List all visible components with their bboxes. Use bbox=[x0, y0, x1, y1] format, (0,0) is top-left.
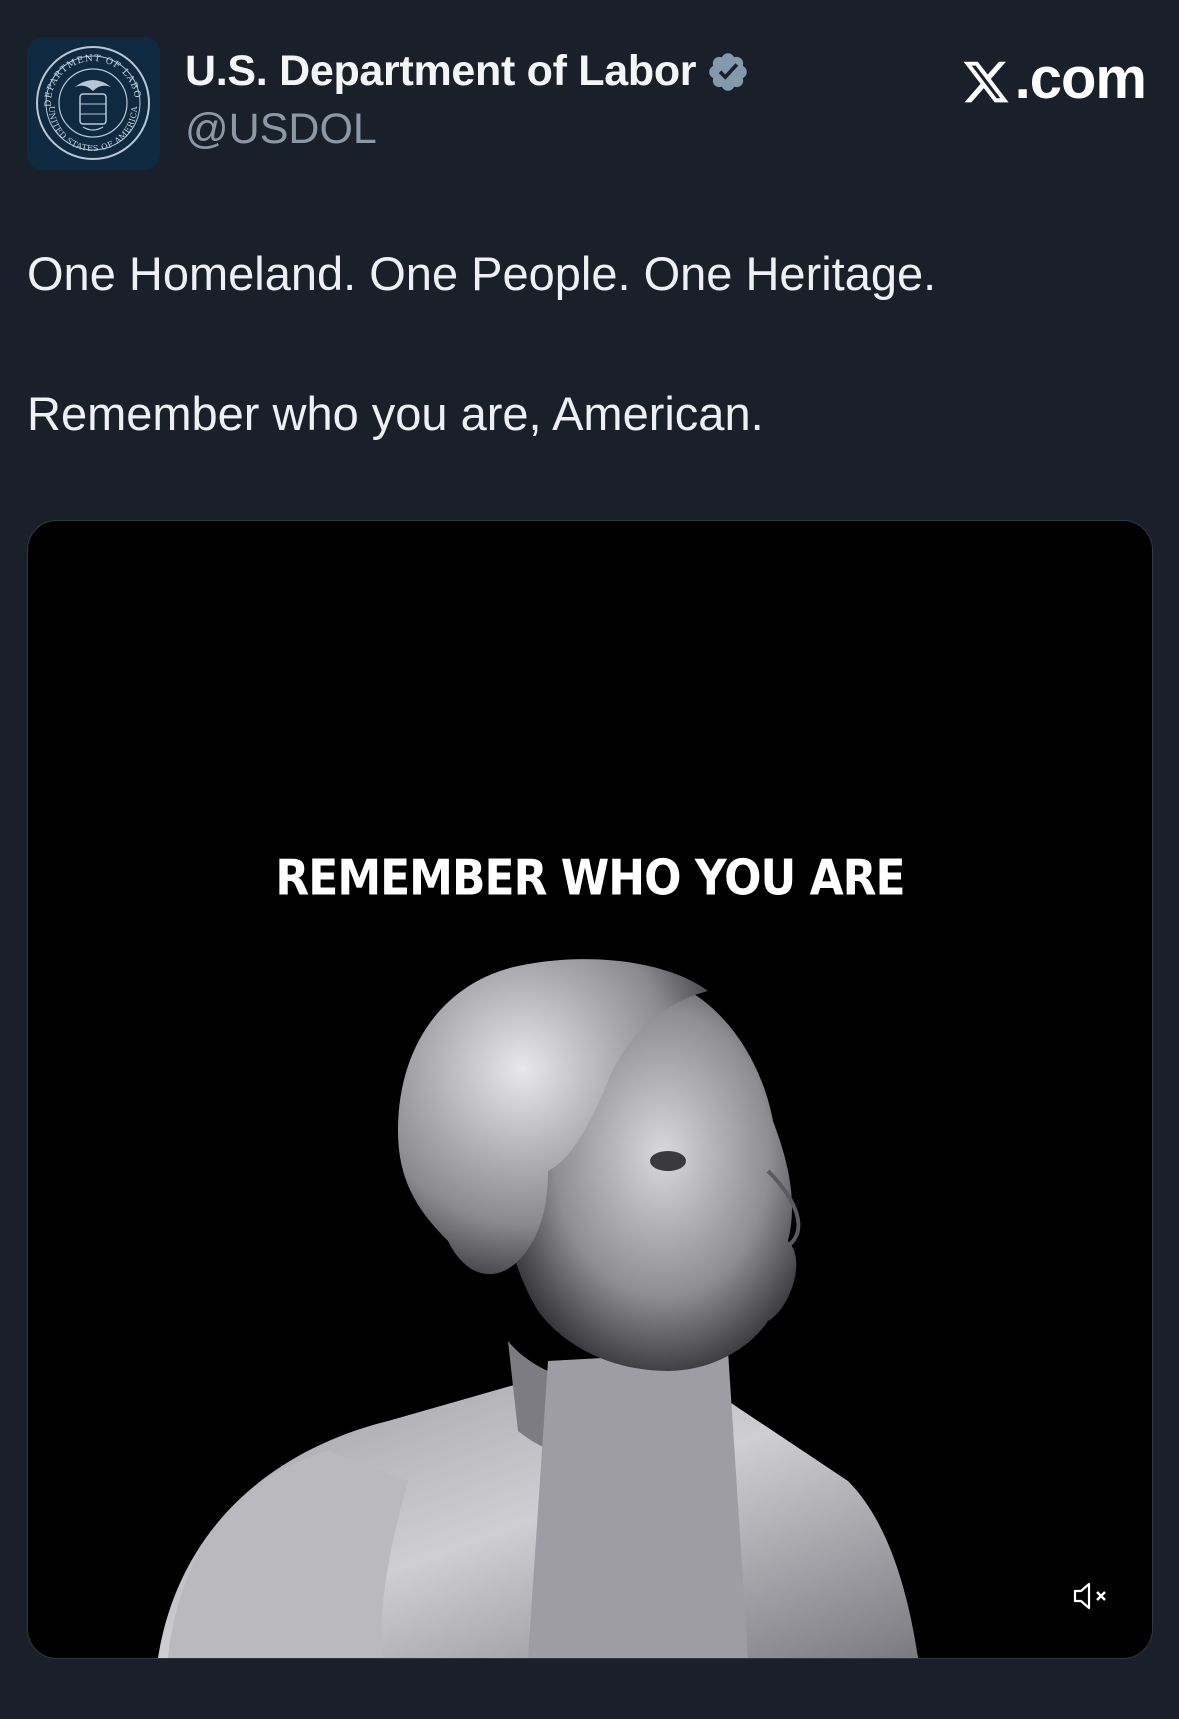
verified-badge-icon bbox=[706, 50, 750, 94]
mute-button[interactable] bbox=[1068, 1576, 1114, 1616]
name-row: U.S. Department of Labor bbox=[185, 47, 750, 96]
dol-seal-icon: DEPARTMENT OF LABOR UNITED STATES OF AME… bbox=[27, 37, 160, 170]
handle[interactable]: @USDOL bbox=[185, 105, 377, 154]
x-brand[interactable]: .com bbox=[961, 45, 1147, 112]
tweet-header: DEPARTMENT OF LABOR UNITED STATES OF AME… bbox=[27, 37, 1152, 173]
x-logo-icon bbox=[961, 54, 1011, 104]
tweet-text-line-1: One Homeland. One People. One Heritage. bbox=[27, 247, 937, 300]
brand-label: .com bbox=[1014, 46, 1147, 111]
speaker-muted-icon bbox=[1073, 1582, 1106, 1610]
tweet-text-line-2: Remember who you are, American. bbox=[27, 387, 764, 440]
display-name[interactable]: U.S. Department of Labor bbox=[185, 47, 697, 96]
video-caption: REMEMBER WHO YOU ARE bbox=[275, 849, 905, 908]
avatar[interactable]: DEPARTMENT OF LABOR UNITED STATES OF AME… bbox=[27, 37, 160, 170]
tweet-text: One Homeland. One People. One Heritage. … bbox=[27, 244, 1147, 444]
video-player[interactable]: REMEMBER WHO YOU ARE bbox=[27, 520, 1153, 1659]
bust-image bbox=[158, 959, 918, 1658]
